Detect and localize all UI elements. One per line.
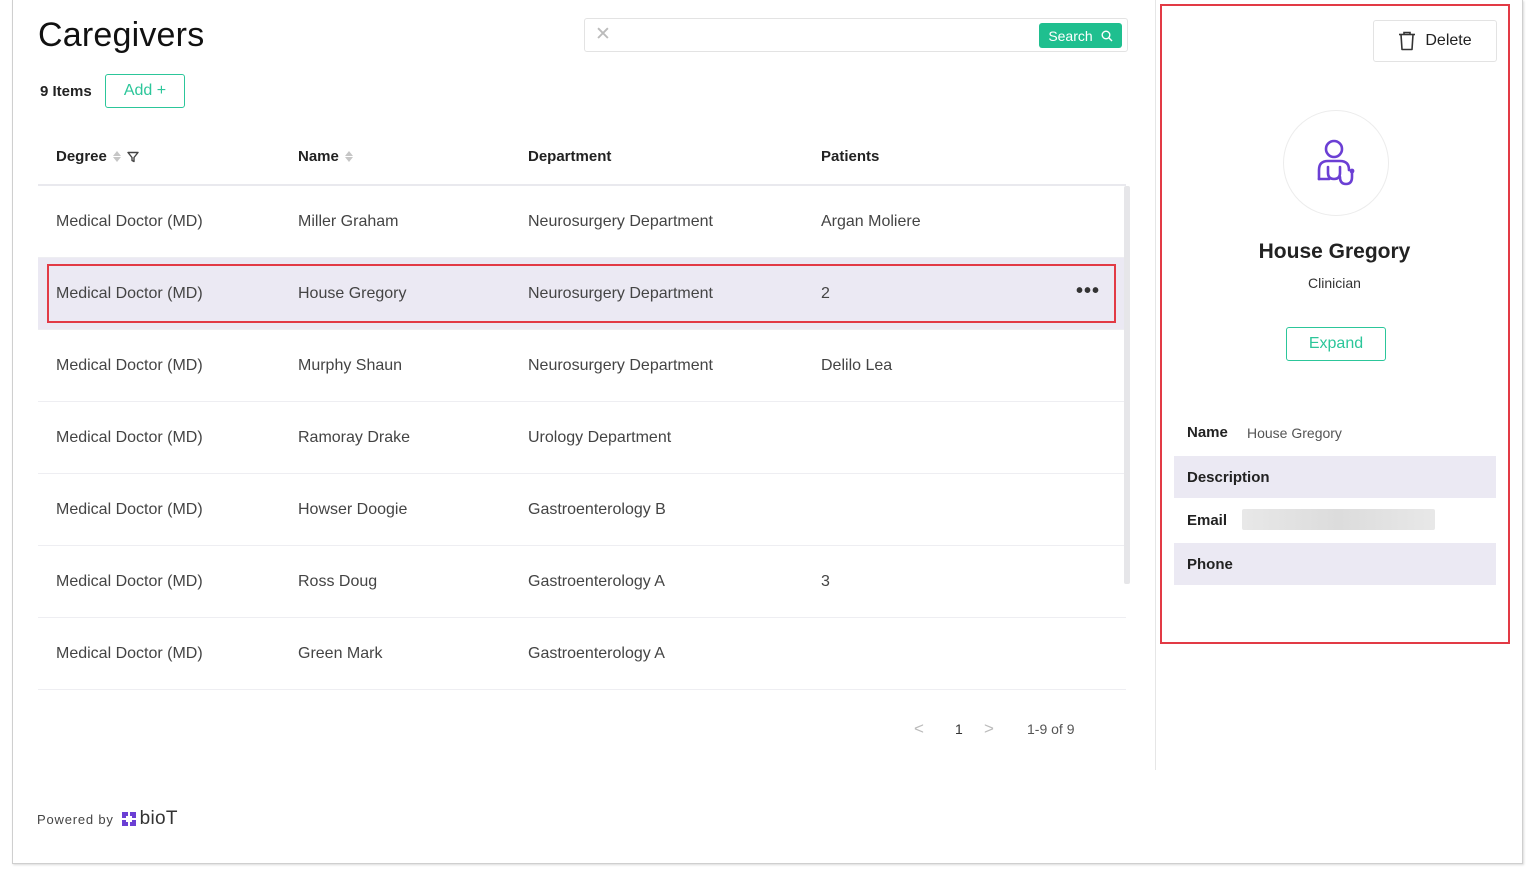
table-row[interactable]: Medical Doctor (MD) Green Mark Gastroent… (38, 618, 1126, 690)
trash-icon (1399, 31, 1416, 51)
biot-logo: bioT (121, 808, 178, 830)
cell-department: Gastroenterology B (528, 501, 666, 518)
cell-degree: Medical Doctor (MD) (56, 645, 203, 662)
close-icon[interactable]: ✕ (595, 24, 611, 46)
sort-icon[interactable] (112, 151, 121, 162)
cell-patients: 3 (821, 573, 830, 590)
powered-by-label: Powered by (37, 811, 114, 827)
table-row[interactable]: Medical Doctor (MD) Howser Doogie Gastro… (38, 474, 1126, 546)
doctor-stethoscope-icon (1317, 139, 1355, 186)
cell-department: Neurosurgery Department (528, 213, 713, 230)
table-row[interactable]: Medical Doctor (MD) Ross Doug Gastroente… (38, 546, 1126, 618)
cell-patients: Delilo Lea (821, 357, 893, 374)
avatar (1283, 110, 1389, 216)
cell-name: Howser Doogie (298, 501, 408, 518)
field-label: Email (1187, 512, 1228, 529)
cell-department: Gastroenterology A (528, 573, 665, 590)
cell-name: Murphy Shaun (298, 357, 403, 374)
delete-label: Delete (1425, 32, 1472, 49)
powered-by: Powered by bioT (37, 808, 178, 830)
next-page-button[interactable]: > (984, 719, 994, 739)
page-number[interactable]: 1 (955, 721, 963, 737)
table-row[interactable]: Medical Doctor (MD) Miller Graham Neuros… (38, 186, 1126, 258)
caregiver-name: House Gregory (1258, 240, 1411, 263)
panel-divider (1155, 0, 1156, 770)
column-label: Degree (56, 148, 107, 165)
delete-button[interactable]: Delete (1373, 20, 1497, 62)
cell-name: Ramoray Drake (298, 429, 411, 446)
cell-degree: Medical Doctor (MD) (56, 357, 203, 374)
field-label: Description (1187, 469, 1270, 486)
search-button-label: Search (1048, 27, 1093, 44)
column-header-patients: Patients (821, 148, 879, 165)
items-count: 9 Items (40, 83, 92, 100)
field-label: Name (1187, 424, 1228, 441)
field-name: Name House Gregory (1174, 411, 1496, 453)
cell-degree: Medical Doctor (MD) (56, 285, 203, 302)
field-description: Description (1174, 456, 1496, 498)
table-row-selected[interactable]: Medical Doctor (MD) House Gregory Neuros… (38, 258, 1126, 330)
cell-department: Neurosurgery Department (528, 285, 713, 302)
column-label: Name (298, 148, 339, 165)
table-row[interactable]: Medical Doctor (MD) Ramoray Drake Urolog… (38, 402, 1126, 474)
search-bar: ✕ Search (584, 18, 1128, 52)
search-input[interactable] (619, 23, 1029, 47)
cell-name: Green Mark (298, 645, 383, 662)
search-button[interactable]: Search (1039, 23, 1122, 48)
filter-icon[interactable] (127, 151, 139, 163)
prev-page-button[interactable]: < (914, 719, 924, 739)
page-title: Caregivers (38, 16, 205, 54)
biot-logo-text: bioT (139, 808, 178, 829)
field-label: Phone (1187, 556, 1233, 573)
cell-degree: Medical Doctor (MD) (56, 501, 203, 518)
sort-icon[interactable] (344, 151, 353, 162)
cell-name: Miller Graham (298, 213, 399, 230)
column-label: Department (528, 148, 612, 165)
cell-department: Urology Department (528, 429, 672, 446)
cell-department: Gastroenterology A (528, 645, 665, 662)
caregivers-table: Degree Name Department Patients Medical … (38, 128, 1126, 690)
table-row[interactable]: Medical Doctor (MD) Murphy Shaun Neurosu… (38, 330, 1126, 402)
add-button[interactable]: Add + (105, 74, 185, 108)
field-value: House Gregory (1247, 425, 1342, 441)
caregiver-role: Clinician (1308, 275, 1361, 291)
more-options-icon[interactable]: ••• (1076, 280, 1100, 303)
cell-patients: Argan Moliere (821, 213, 921, 230)
cell-degree: Medical Doctor (MD) (56, 429, 203, 446)
cell-degree: Medical Doctor (MD) (56, 213, 203, 230)
column-label: Patients (821, 148, 880, 165)
field-phone: Phone (1174, 543, 1496, 585)
caregiver-details-panel: Delete House Gregory Clinician Expand Na… (1160, 4, 1510, 644)
email-value-redacted (1242, 509, 1435, 530)
cell-degree: Medical Doctor (MD) (56, 573, 203, 590)
column-header-department: Department (528, 148, 611, 165)
field-email: Email (1174, 499, 1496, 541)
cell-name: Ross Doug (298, 573, 378, 590)
cell-name: House Gregory (298, 285, 407, 302)
table-scrollbar[interactable] (1124, 186, 1130, 584)
expand-button[interactable]: Expand (1286, 327, 1386, 361)
search-icon (1101, 30, 1113, 41)
column-header-degree[interactable]: Degree (56, 148, 139, 165)
biot-logo-icon (121, 812, 136, 826)
cell-department: Neurosurgery Department (528, 357, 713, 374)
pagination-range: 1-9 of 9 (1027, 721, 1075, 737)
column-header-name[interactable]: Name (298, 148, 353, 165)
table-header: Degree Name Department Patients (38, 128, 1126, 186)
cell-patients: 2 (821, 285, 830, 302)
